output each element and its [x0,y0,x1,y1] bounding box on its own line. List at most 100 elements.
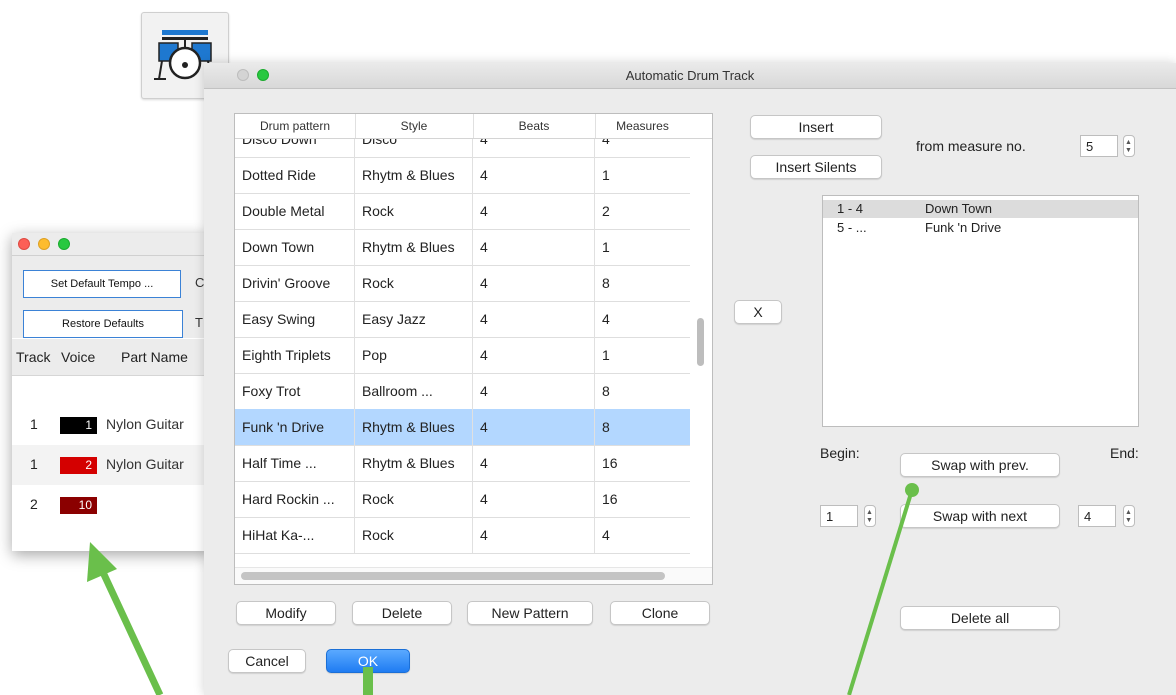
remove-x-button[interactable]: X [734,300,782,324]
style-column-header[interactable]: Style [355,114,474,138]
table-row[interactable]: HiHat Ka-... Rock 4 4 [235,517,690,554]
close-window-button[interactable] [18,238,30,250]
beats-cell: 4 [473,193,595,229]
beats-cell: 4 [473,409,595,445]
drum-pattern-column-header[interactable]: Drum pattern [235,114,356,138]
pattern-cell: Easy Swing [235,301,355,337]
table-row[interactable]: Foxy Trot Ballroom ... 4 8 [235,373,690,410]
style-cell: Rhytm & Blues [355,445,473,481]
pattern-cell: Double Metal [235,193,355,229]
table-horizontal-scrollbar[interactable] [241,572,665,580]
table-row[interactable]: Hard Rockin ... Rock 4 16 [235,481,690,518]
style-cell: Rock [355,517,473,553]
measures-cell: 8 [602,419,610,435]
measures-cell: 4 [602,527,610,543]
measures-cell: 16 [602,455,618,471]
pattern-cell: Foxy Trot [235,373,355,409]
track-row[interactable]: 1 1 Nylon Guitar [12,405,212,445]
pattern-cell: HiHat Ka-... [235,517,355,553]
pattern-sequence-list[interactable]: 1 - 4 Down Town 5 - ... Funk 'n Drive [822,195,1139,427]
table-row[interactable]: Down Town Rhytm & Blues 4 1 [235,229,690,266]
dialog-titlebar: Automatic Drum Track [204,63,1176,89]
clone-button[interactable]: Clone [610,601,710,625]
begin-stepper[interactable]: ▲ ▼ [864,505,876,527]
voice-column-header: Voice [61,349,96,365]
delete-all-button[interactable]: Delete all [900,606,1060,630]
measures-cell: 16 [602,491,618,507]
from-measure-label: from measure no. [916,138,1026,154]
end-input[interactable]: 4 [1078,505,1116,527]
track-number: 1 [30,416,38,432]
beats-cell: 4 [473,157,595,193]
measures-column-header[interactable]: Measures [595,114,690,138]
dialog-title: Automatic Drum Track [625,68,755,83]
arrow-to-voice-badge [87,542,164,695]
pattern-cell: Eighth Triplets [235,337,355,373]
sequence-range: 5 - ... [837,220,867,235]
track-number: 2 [30,496,38,512]
voice-badge: 2 [60,457,97,474]
swap-with-next-button[interactable]: Swap with next [900,504,1060,528]
part-name: Nylon Guitar [106,456,184,472]
beats-column-header[interactable]: Beats [473,114,596,138]
end-label: End: [1110,445,1139,461]
beats-cell: 4 [473,265,595,301]
style-cell: Rhytm & Blues [355,157,473,193]
table-vertical-scrollbar[interactable] [697,318,704,366]
drum-pattern-table[interactable]: Drum pattern Style Beats Measures Disco … [234,113,713,585]
part-name: Nylon Guitar [106,416,184,432]
style-cell: Rock [355,481,473,517]
table-row[interactable]: Double Metal Rock 4 2 [235,193,690,230]
table-row[interactable]: Dotted Ride Rhytm & Blues 4 1 [235,157,690,194]
track-window-toolbar: Set Default Tempo ... C Restore Defaults… [12,256,212,338]
list-item[interactable]: 1 - 4 Down Town [823,200,1138,218]
beats-cell: 4 [473,229,595,265]
table-row[interactable]: Eighth Triplets Pop 4 1 [235,337,690,374]
pattern-cell: Dotted Ride [235,157,355,193]
beats-cell: 4 [473,301,595,337]
end-stepper[interactable]: ▲ ▼ [1123,505,1135,527]
track-number: 1 [30,456,38,472]
beats-cell: 4 [473,373,595,409]
list-item[interactable]: 5 - ... Funk 'n Drive [823,219,1138,237]
track-row[interactable]: 2 10 [12,485,212,525]
zoom-window-button[interactable] [58,238,70,250]
table-row[interactable]: Easy Swing Easy Jazz 4 4 [235,301,690,338]
cancel-button[interactable]: Cancel [228,649,306,673]
table-row[interactable]: Half Time ... Rhytm & Blues 4 16 [235,445,690,482]
delete-button[interactable]: Delete [352,601,452,625]
track-window-titlebar [12,233,212,256]
track-list-window: Set Default Tempo ... C Restore Defaults… [12,233,212,551]
from-measure-input[interactable]: 5 [1080,135,1118,157]
measures-cell: 2 [602,203,610,219]
minimize-window-button[interactable] [38,238,50,250]
sequence-range: 1 - 4 [837,201,864,216]
begin-label: Begin: [820,445,860,461]
new-pattern-button[interactable]: New Pattern [467,601,593,625]
begin-input[interactable]: 1 [820,505,858,527]
style-cell: Rhytm & Blues [355,409,473,445]
insert-button[interactable]: Insert [750,115,882,139]
table-row[interactable]: Funk 'n Drive Rhytm & Blues 4 8 [235,409,690,446]
style-cell: Ballroom ... [355,373,473,409]
insert-silents-button[interactable]: Insert Silents [750,155,882,179]
pattern-cell: Down Town [235,229,355,265]
from-measure-stepper[interactable]: ▲ ▼ [1123,135,1135,157]
restore-defaults-button[interactable]: Restore Defaults [23,310,183,338]
track-row[interactable]: 1 2 Nylon Guitar [12,445,212,485]
measures-cell: 8 [602,383,610,399]
voice-badge: 10 [60,497,97,514]
beats-cell: 4 [473,337,595,373]
measures-cell: 1 [602,239,610,255]
modify-button[interactable]: Modify [236,601,336,625]
track-column-header: Track [16,349,51,365]
beats-cell: 4 [473,445,595,481]
table-row[interactable]: Drivin' Groove Rock 4 8 [235,265,690,302]
style-cell: Rock [355,193,473,229]
set-default-tempo-button[interactable]: Set Default Tempo ... [23,270,181,298]
pattern-cell: Funk 'n Drive [235,409,355,445]
pattern-cell: Hard Rockin ... [235,481,355,517]
swap-with-prev-button[interactable]: Swap with prev. [900,453,1060,477]
ok-button[interactable]: OK [326,649,410,673]
beats-cell: 4 [473,481,595,517]
